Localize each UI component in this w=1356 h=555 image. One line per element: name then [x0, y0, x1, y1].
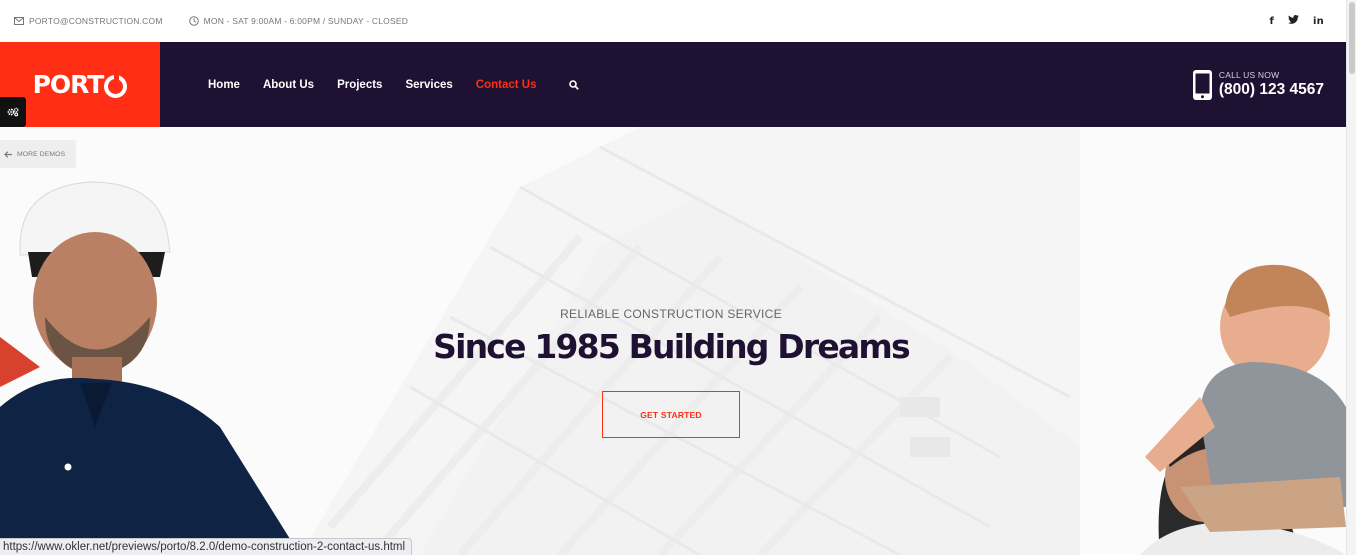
facebook-icon[interactable]: f — [1269, 16, 1274, 27]
hours-text: MON - SAT 9:00AM - 6:00PM / SUNDAY - CLO… — [203, 16, 409, 26]
hero-section: MORE DEMOS RELIABLE CONSTRUCTION SERVICE… — [0, 127, 1346, 555]
status-url: https://www.okler.net/previews/porto/8.2… — [3, 541, 406, 553]
clock-icon — [188, 16, 199, 26]
linkedin-icon[interactable]: in — [1313, 16, 1324, 27]
nav-services[interactable]: Services — [405, 79, 452, 91]
call-us[interactable]: CALL US NOW (800) 123 4567 — [1192, 42, 1324, 127]
twitter-icon[interactable] — [1288, 15, 1299, 27]
page-scrollbar[interactable] — [1346, 0, 1356, 555]
scrollbar-thumb[interactable] — [1349, 2, 1355, 74]
smartphone-icon — [1192, 69, 1212, 100]
nav-contact-us[interactable]: Contact Us — [476, 79, 537, 91]
get-started-button[interactable]: GET STARTED — [602, 391, 740, 438]
nav-about-us[interactable]: About Us — [263, 79, 314, 91]
main-header: PORT Home About Us Projects Services Con… — [0, 42, 1346, 127]
opening-hours: MON - SAT 9:00AM - 6:00PM / SUNDAY - CLO… — [188, 16, 409, 26]
hero-subtitle: RELIABLE CONSTRUCTION SERVICE — [560, 307, 782, 321]
arrow-left-icon — [4, 150, 12, 158]
nav-projects[interactable]: Projects — [337, 79, 382, 91]
logo-power-o-icon — [104, 75, 128, 98]
logo-text: PORT — [32, 70, 105, 99]
search-icon[interactable] — [569, 79, 580, 90]
more-demos-button[interactable]: MORE DEMOS — [0, 140, 76, 168]
hero-headline: Since 1985 Building Dreams — [433, 327, 911, 366]
envelope-icon — [14, 17, 24, 25]
email-text: PORTO@CONSTRUCTION.COM — [29, 16, 163, 26]
demo-options-toggle[interactable] — [0, 97, 26, 127]
phone-number[interactable]: (800) 123 4567 — [1219, 81, 1324, 99]
call-label: CALL US NOW — [1218, 70, 1280, 80]
main-nav: Home About Us Projects Services Contact … — [208, 42, 580, 127]
gears-icon — [7, 107, 19, 117]
top-bar: PORTO@CONSTRUCTION.COM MON - SAT 9:00AM … — [0, 0, 1346, 42]
more-demos-label: MORE DEMOS — [17, 150, 66, 158]
nav-home[interactable]: Home — [208, 79, 240, 91]
social-links: f in — [1255, 0, 1324, 42]
email-contact[interactable]: PORTO@CONSTRUCTION.COM — [14, 16, 163, 26]
browser-status-bar: https://www.okler.net/previews/porto/8.2… — [0, 538, 413, 555]
